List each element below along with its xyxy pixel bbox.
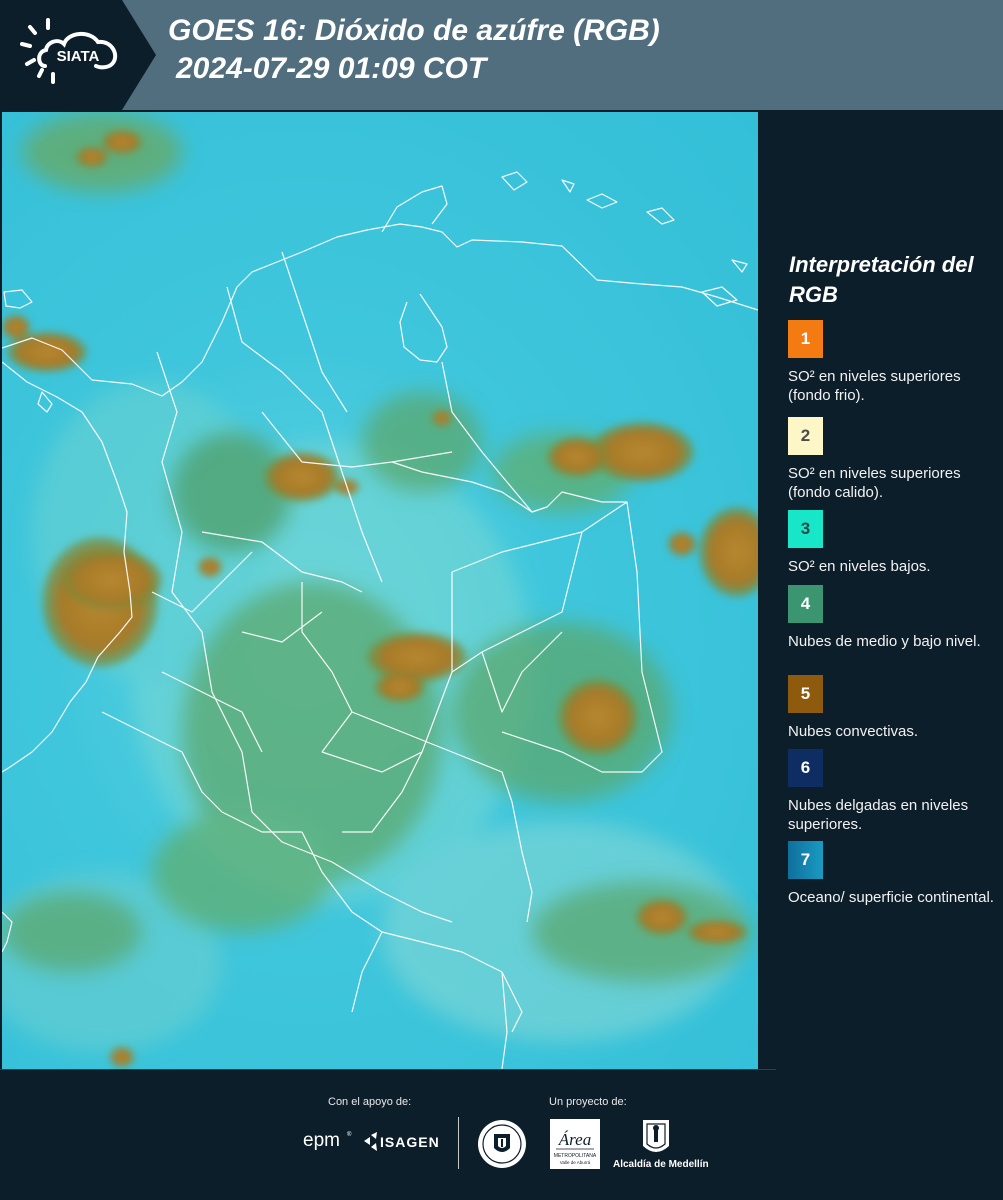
legend-label-6: Nubes delgadas en niveles superiores. <box>788 797 969 833</box>
legend-item-3: 3 SO² en niveles bajos. <box>788 510 998 576</box>
logo-text: SIATA <box>57 48 100 65</box>
legend-item-1: 1 SO² en niveles superiores (fondo frio)… <box>788 320 998 405</box>
legend-label-2: SO² en niveles superiores (fondo calido)… <box>788 465 961 501</box>
legend-item-5: 5 Nubes convectivas. <box>788 675 998 741</box>
footer-divider <box>458 1117 459 1169</box>
legend-swatch-3: 3 <box>788 510 823 548</box>
legend-item-2: 2 SO² en niveles superiores (fondo calid… <box>788 417 998 511</box>
legend-label-4: Nubes de medio y bajo nivel. <box>788 633 981 650</box>
page-title: GOES 16: Dióxido de azúfre (RGB) <box>168 14 660 47</box>
legend-item-4: 4 Nubes de medio y bajo nivel. <box>788 585 998 651</box>
svg-text:METROPOLITANA: METROPOLITANA <box>554 1153 597 1159</box>
epm-logo[interactable]: epm ® <box>303 1129 355 1151</box>
svg-text:ISAGEN: ISAGEN <box>380 1134 440 1150</box>
legend-swatch-1: 1 <box>788 320 823 358</box>
legend-label-7: Oceano/ superficie continental. <box>788 889 994 906</box>
legend-item-7: 7 Oceano/ superficie continental. <box>788 841 998 907</box>
legend-swatch-7: 7 <box>788 841 823 879</box>
alcaldia-label: Alcaldía de Medellín <box>613 1159 709 1170</box>
legend-label-5: Nubes convectivas. <box>788 723 919 740</box>
legend-swatch-4: 4 <box>788 585 823 623</box>
legend-item-6: 6 Nubes delgadas en niveles superiores. <box>788 749 998 834</box>
area-metropolitana-logo[interactable]: Área METROPOLITANA Valle de Aburrá <box>550 1119 600 1169</box>
header: SIATA GOES 16: Dióxido de azúfre (RGB) 2… <box>0 0 1003 110</box>
legend-label-1: SO² en niveles superiores (fondo frio). <box>788 368 961 404</box>
satellite-map-svg <box>2 112 758 1069</box>
medellin-seal-icon[interactable] <box>476 1118 528 1170</box>
legend-label-3: SO² en niveles bajos. <box>788 558 931 575</box>
siata-logo[interactable]: SIATA <box>0 0 158 110</box>
satellite-image <box>2 112 758 1069</box>
alcaldia-shield-icon[interactable] <box>641 1118 671 1158</box>
svg-text:Valle de Aburrá: Valle de Aburrá <box>560 1160 591 1165</box>
legend-title: Interpretación del RGB <box>789 252 974 307</box>
page-timestamp: 2024-07-29 01:09 COT <box>176 52 487 85</box>
svg-text:®: ® <box>347 1131 352 1138</box>
isagen-logo[interactable]: ISAGEN <box>362 1131 444 1153</box>
svg-text:epm: epm <box>303 1130 340 1151</box>
support-label: Con el apoyo de: <box>328 1096 412 1108</box>
legend-swatch-5: 5 <box>788 675 823 713</box>
project-label: Un proyecto de: <box>549 1096 627 1108</box>
legend-swatch-6: 6 <box>788 749 823 787</box>
legend-swatch-2: 2 <box>788 417 823 455</box>
footer-top-line <box>0 1069 776 1070</box>
legend-panel: Interpretación del RGB 1 SO² en niveles … <box>760 112 1003 1069</box>
svg-text:Área: Área <box>558 1130 591 1149</box>
